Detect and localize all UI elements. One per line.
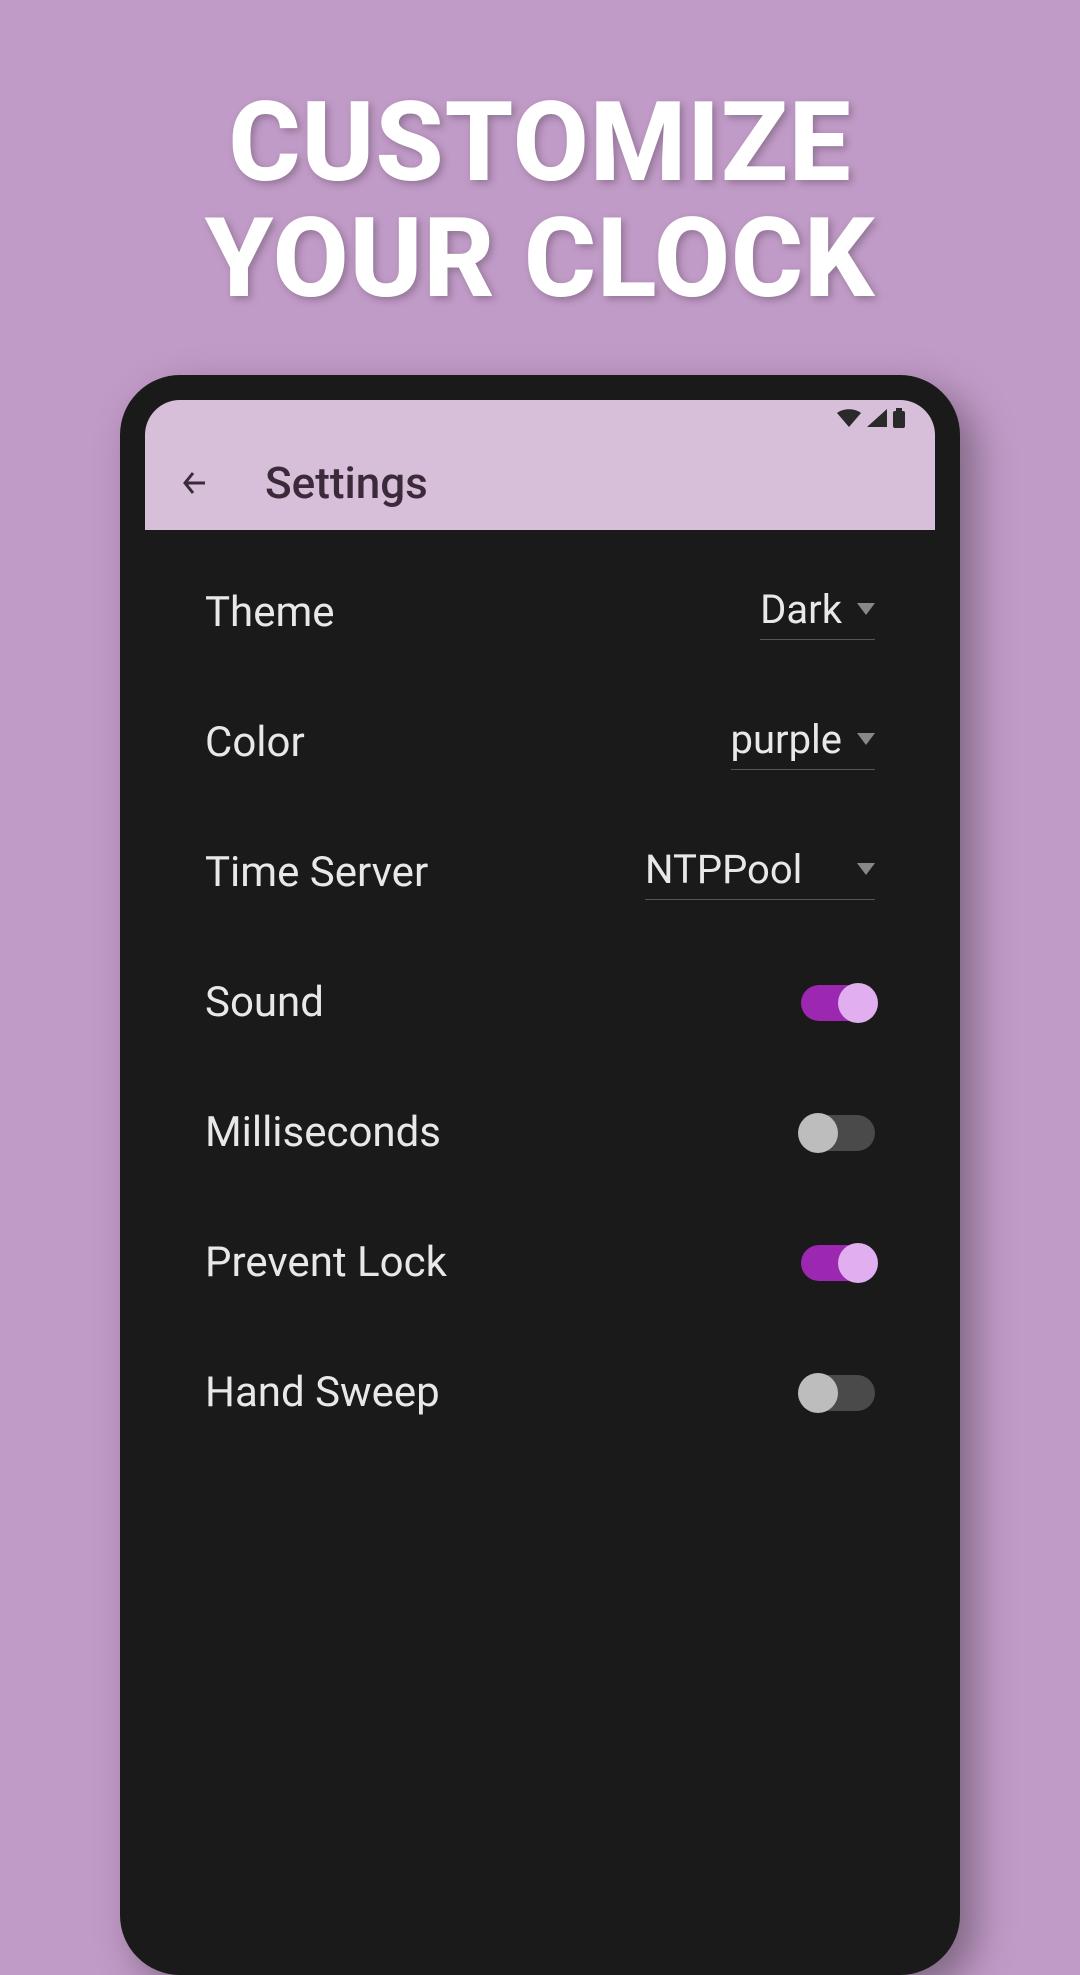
setting-sound: Sound bbox=[205, 975, 875, 1030]
theme-value: Dark bbox=[760, 586, 842, 633]
sound-toggle[interactable] bbox=[801, 985, 875, 1021]
setting-hand-sweep: Hand Sweep bbox=[205, 1365, 875, 1420]
back-button[interactable] bbox=[175, 463, 215, 503]
setting-theme: Theme Dark bbox=[205, 585, 875, 640]
toggle-knob bbox=[838, 1243, 878, 1283]
color-value: purple bbox=[731, 716, 842, 763]
time-server-dropdown[interactable]: NTPPool bbox=[645, 846, 875, 900]
setting-time-server: Time Server NTPPool bbox=[205, 845, 875, 900]
wifi-icon bbox=[837, 409, 861, 427]
theme-dropdown[interactable]: Dark bbox=[760, 586, 875, 640]
chevron-down-icon bbox=[857, 863, 875, 875]
hand-sweep-label: Hand Sweep bbox=[205, 1368, 440, 1417]
hero-line-2: YOUR CLOCK bbox=[0, 201, 1080, 317]
phone-screen: Settings Theme Dark Color purple bbox=[145, 400, 935, 1950]
prevent-lock-label: Prevent Lock bbox=[205, 1238, 447, 1287]
milliseconds-label: Milliseconds bbox=[205, 1108, 441, 1157]
arrow-left-icon bbox=[177, 465, 213, 501]
color-label: Color bbox=[205, 718, 305, 767]
color-dropdown[interactable]: purple bbox=[731, 716, 875, 770]
hero-title: CUSTOMIZE YOUR CLOCK bbox=[0, 0, 1080, 316]
chevron-down-icon bbox=[857, 603, 875, 615]
toggle-knob bbox=[798, 1373, 838, 1413]
settings-list: Theme Dark Color purple Time Server NTPP… bbox=[145, 530, 935, 1420]
time-server-value: NTPPool bbox=[645, 846, 802, 893]
setting-color: Color purple bbox=[205, 715, 875, 770]
toggle-knob bbox=[838, 983, 878, 1023]
milliseconds-toggle[interactable] bbox=[801, 1115, 875, 1151]
signal-icon bbox=[867, 409, 887, 427]
status-icons bbox=[837, 408, 905, 428]
theme-label: Theme bbox=[205, 588, 335, 637]
sound-label: Sound bbox=[205, 978, 324, 1027]
hero-line-1: CUSTOMIZE bbox=[0, 85, 1080, 201]
app-bar: Settings bbox=[145, 435, 935, 530]
prevent-lock-toggle[interactable] bbox=[801, 1245, 875, 1281]
chevron-down-icon bbox=[857, 733, 875, 745]
hand-sweep-toggle[interactable] bbox=[801, 1375, 875, 1411]
toggle-knob bbox=[798, 1113, 838, 1153]
setting-milliseconds: Milliseconds bbox=[205, 1105, 875, 1160]
page-title: Settings bbox=[265, 457, 428, 509]
status-bar bbox=[145, 400, 935, 435]
phone-frame: Settings Theme Dark Color purple bbox=[120, 375, 960, 1975]
setting-prevent-lock: Prevent Lock bbox=[205, 1235, 875, 1290]
time-server-label: Time Server bbox=[205, 848, 428, 897]
battery-icon bbox=[893, 408, 905, 428]
